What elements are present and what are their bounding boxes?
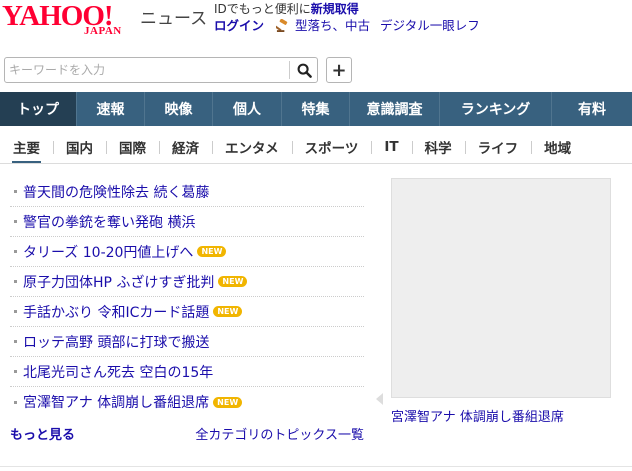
subnav-item-science[interactable]: 科学 xyxy=(411,130,465,163)
header-link-used[interactable]: 型落ち、中古 xyxy=(295,18,370,33)
service-name[interactable]: ニュース xyxy=(140,4,207,29)
subnav-item-sports[interactable]: スポーツ xyxy=(291,130,372,163)
auction-gavel-icon xyxy=(276,19,288,32)
new-badge: NEW xyxy=(213,396,243,408)
search-box xyxy=(4,57,318,83)
search-button[interactable] xyxy=(291,58,317,82)
topic-title: 宮澤智アナ 体調崩し番組退席 xyxy=(23,395,210,411)
list-item[interactable]: ロッテ高野 頭部に打球で搬送 xyxy=(10,327,364,357)
list-item[interactable]: 手話かぶり 令和ICカード話題 NEW xyxy=(10,297,364,327)
nav-item-top[interactable]: トップ xyxy=(0,92,77,126)
bullet xyxy=(14,220,17,223)
search-divider xyxy=(289,61,290,79)
more-link[interactable]: もっと見る xyxy=(10,424,75,443)
topic-title: 警官の拳銃を奪い発砲 横浜 xyxy=(23,214,196,231)
nav-item-breaking[interactable]: 速報 xyxy=(77,92,145,126)
new-badge: NEW xyxy=(213,306,243,317)
topics-footer: もっと見る 全カテゴリのトピックス一覧 xyxy=(10,424,364,444)
promo-text: IDでもっと便利に xyxy=(214,2,311,16)
nav-item-ranking[interactable]: ランキング xyxy=(440,92,552,126)
subnav-item-main[interactable]: 主要 xyxy=(0,130,53,163)
topic-title: 普天間の危険性除去 続く葛藤 xyxy=(23,184,210,201)
bullet xyxy=(14,340,17,343)
search-icon xyxy=(297,63,312,78)
photo-caption[interactable]: 宮澤智アナ 体調崩し番組退席 xyxy=(391,406,564,425)
subnav-item-world[interactable]: 国際 xyxy=(106,130,159,163)
new-badge: NEW xyxy=(218,276,248,287)
new-badge: NEW xyxy=(197,246,227,257)
nav-item-paid[interactable]: 有料 xyxy=(552,92,632,126)
bullet xyxy=(14,250,17,253)
bullet xyxy=(14,370,17,373)
list-item[interactable]: タリーズ 10-20円値上げへ NEW xyxy=(10,237,364,267)
list-item[interactable]: 原子力団体HP ふざけすぎ批判 NEW xyxy=(10,267,364,297)
add-button[interactable]: + xyxy=(326,57,352,83)
photo-pointer xyxy=(376,393,383,405)
topic-title: 北尾光司さん死去 空白の15年 xyxy=(23,364,214,381)
main-nav: トップ 速報 映像 個人 特集 意識調査 ランキング 有料 xyxy=(0,92,632,126)
list-item[interactable]: 警官の拳銃を奪い発砲 横浜 xyxy=(10,207,364,237)
nav-item-feature[interactable]: 特集 xyxy=(282,92,350,126)
nav-item-video[interactable]: 映像 xyxy=(145,92,213,126)
nav-item-individual[interactable]: 個人 xyxy=(213,92,282,126)
all-topics-link[interactable]: 全カテゴリのトピックス一覧 xyxy=(195,424,364,443)
yahoo-japan-logo[interactable]: YAHOO! JAPAN xyxy=(2,0,136,41)
subnav-item-local[interactable]: 地域 xyxy=(531,130,584,163)
topic-title: タリーズ 10-20円値上げへ xyxy=(23,244,194,261)
register-link[interactable]: 新規取得 xyxy=(311,2,359,16)
subnav-item-it[interactable]: IT xyxy=(371,130,411,163)
header-links: ログイン 型落ち、中古 デジタル一眼レフ xyxy=(214,15,480,34)
nav-item-survey[interactable]: 意識調査 xyxy=(350,92,440,126)
list-item[interactable]: 宮澤智アナ 体調崩し番組退席 NEW xyxy=(10,387,364,417)
bullet xyxy=(14,400,17,404)
header-link-camera[interactable]: デジタル一眼レフ xyxy=(380,18,480,33)
header: YAHOO! JAPAN ニュース IDでもっと便利に新規取得 ログイン 型落ち… xyxy=(0,0,632,44)
topic-title: 手話かぶり 令和ICカード話題 xyxy=(23,304,210,321)
topic-title: 原子力団体HP ふざけすぎ批判 xyxy=(23,274,215,291)
search-input[interactable] xyxy=(5,58,289,82)
list-item[interactable]: 普天間の危険性除去 続く葛藤 xyxy=(10,177,364,207)
logo-sub: JAPAN xyxy=(84,25,122,37)
subnav-item-entertainment[interactable]: エンタメ xyxy=(212,130,292,163)
subnav-item-domestic[interactable]: 国内 xyxy=(53,130,106,163)
subnav-item-economy[interactable]: 経済 xyxy=(159,130,212,163)
subnav-item-life[interactable]: ライフ xyxy=(464,130,532,163)
list-item[interactable]: 北尾光司さん死去 空白の15年 xyxy=(10,357,364,387)
login-link[interactable]: ログイン xyxy=(214,18,264,33)
category-nav: 主要 国内 国際 経済 エンタメ スポーツ IT 科学 ライフ 地域 xyxy=(0,130,632,164)
topic-title: ロッテ高野 頭部に打球で搬送 xyxy=(23,334,210,351)
bullet xyxy=(14,310,17,313)
topic-photo[interactable] xyxy=(391,178,611,398)
bullet xyxy=(14,190,17,193)
bullet xyxy=(14,280,17,283)
divider xyxy=(0,466,632,467)
topics-list: 普天間の危険性除去 続く葛藤 警官の拳銃を奪い発砲 横浜 タリーズ 10-20円… xyxy=(10,177,364,417)
